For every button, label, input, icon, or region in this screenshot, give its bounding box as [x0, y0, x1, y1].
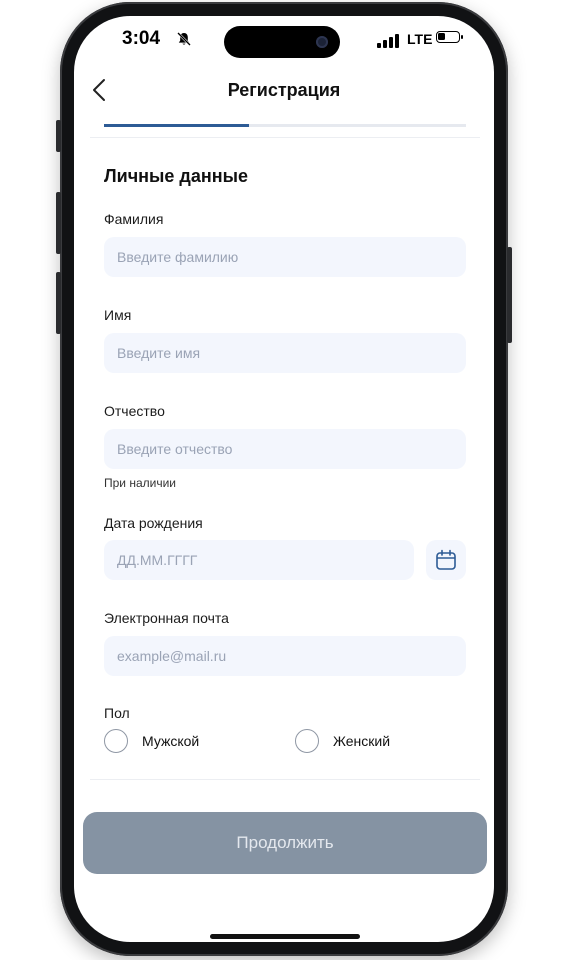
- status-bar: 3:04 LTE: [74, 16, 494, 66]
- radio-button[interactable]: [104, 729, 128, 753]
- dynamic-island: [224, 26, 340, 58]
- divider: [90, 779, 480, 780]
- network-type: LTE: [407, 31, 433, 47]
- birth-date-input[interactable]: [104, 540, 414, 580]
- calendar-button[interactable]: [426, 540, 466, 580]
- navigation-header: Регистрация: [74, 74, 494, 114]
- volume-down-button: [56, 272, 61, 334]
- status-time: 3:04: [122, 28, 161, 49]
- volume-up-button: [56, 192, 61, 254]
- bell-muted-icon: [177, 32, 191, 46]
- middle-name-hint: При наличии: [104, 476, 176, 490]
- last-name-label: Фамилия: [104, 211, 164, 227]
- page-title: Регистрация: [227, 80, 341, 100]
- email-input[interactable]: [104, 636, 466, 676]
- battery-level: [438, 33, 445, 40]
- divider: [90, 137, 480, 138]
- power-button: [507, 247, 512, 343]
- radio-button[interactable]: [295, 729, 319, 753]
- gender-option-label: Женский: [333, 733, 391, 749]
- phone-frame: 3:04 LTE Регистрация Личные данные Фамил…: [56, 2, 512, 956]
- step-progress-fill: [104, 124, 249, 127]
- email-label: Электронная почта: [104, 610, 229, 626]
- gender-option-male[interactable]: Мужской: [104, 729, 254, 757]
- first-name-label: Имя: [104, 307, 132, 323]
- middle-name-input[interactable]: [104, 429, 466, 469]
- action-button: [56, 120, 61, 152]
- gender-option-label: Мужской: [142, 733, 200, 749]
- gender-option-female[interactable]: Женский: [295, 729, 445, 757]
- signal-icon: [377, 34, 399, 48]
- first-name-input[interactable]: [104, 333, 466, 373]
- battery-icon: [436, 31, 463, 43]
- home-indicator[interactable]: [210, 934, 360, 939]
- step-progress-bar: [104, 124, 466, 127]
- birth-date-label: Дата рождения: [104, 515, 203, 531]
- middle-name-label: Отчество: [104, 403, 165, 419]
- continue-button[interactable]: Продолжить: [83, 812, 487, 874]
- gender-label: Пол: [104, 705, 130, 721]
- app-screen: 3:04 LTE Регистрация Личные данные Фамил…: [74, 16, 494, 942]
- camera-icon: [316, 36, 328, 48]
- calendar-icon: [436, 549, 456, 570]
- last-name-input[interactable]: [104, 237, 466, 277]
- section-title: Личные данные: [104, 166, 248, 186]
